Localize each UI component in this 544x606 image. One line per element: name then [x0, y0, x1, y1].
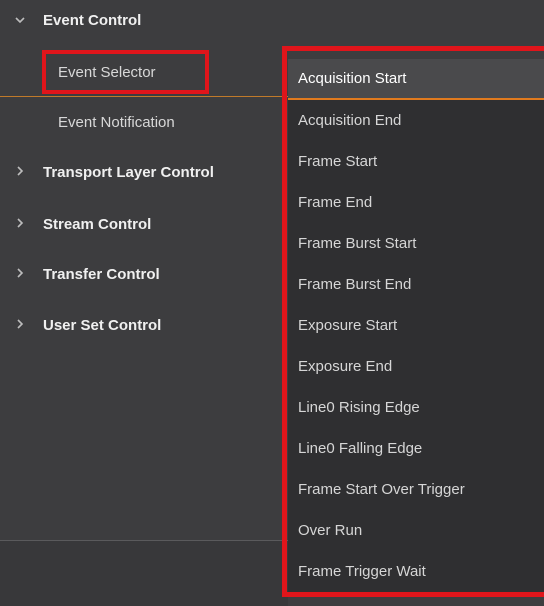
chevron-right-icon[interactable] [14, 165, 26, 179]
category-event-control[interactable]: Event Control [0, 6, 288, 34]
selected-row-underline [0, 96, 288, 97]
category-label: Stream Control [43, 215, 152, 233]
category-transport-layer-control[interactable]: Transport Layer Control [0, 158, 288, 186]
event-selector-highlight-box [42, 50, 209, 94]
category-label: Event Control [43, 11, 142, 29]
tree-item-event-notification[interactable]: Event Notification [0, 108, 288, 136]
dropdown-highlight-box [282, 46, 544, 597]
category-label: Transfer Control [43, 265, 160, 283]
chevron-right-icon[interactable] [14, 217, 26, 231]
category-label: Transport Layer Control [43, 163, 214, 181]
property-tree-panel: Event Control Event Selector Event Notif… [0, 0, 544, 606]
chevron-right-icon[interactable] [14, 267, 26, 281]
chevron-down-icon[interactable] [14, 13, 26, 27]
tree-item-label: Event Notification [58, 113, 175, 131]
category-transfer-control[interactable]: Transfer Control [0, 260, 288, 288]
category-stream-control[interactable]: Stream Control [0, 210, 288, 238]
description-area [0, 541, 288, 606]
chevron-right-icon[interactable] [14, 318, 26, 332]
category-user-set-control[interactable]: User Set Control [0, 311, 288, 339]
category-label: User Set Control [43, 316, 162, 334]
